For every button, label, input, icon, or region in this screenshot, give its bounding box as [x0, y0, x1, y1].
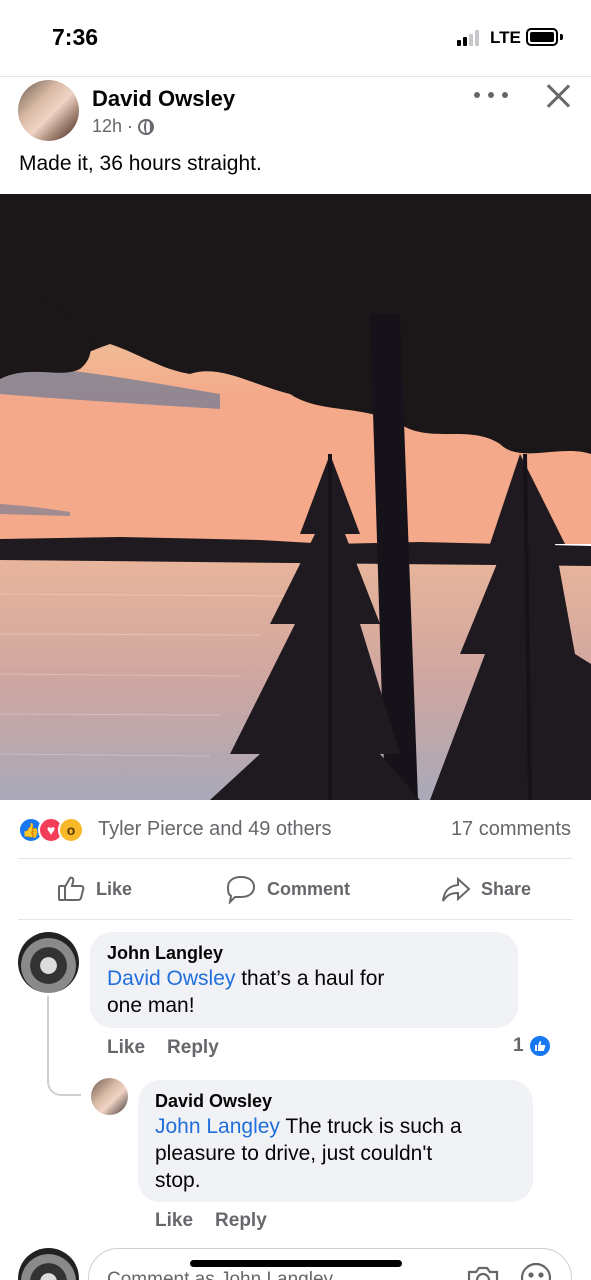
- network-label: LTE: [490, 28, 521, 47]
- reply-text-line: stop.: [155, 1169, 201, 1192]
- reply-text-rest: The truck is such a: [279, 1115, 462, 1138]
- status-bar: 7:36 LTE: [0, 0, 591, 76]
- comment-author[interactable]: John Langley: [107, 943, 502, 963]
- wow-reaction-icon: o: [58, 817, 84, 843]
- reply-like-button[interactable]: Like: [155, 1210, 193, 1232]
- mention-link[interactable]: John Langley: [155, 1115, 280, 1138]
- comment-button[interactable]: Comment: [225, 872, 350, 906]
- more-options-button[interactable]: [474, 82, 508, 108]
- battery-icon: [526, 28, 558, 46]
- comment-like-count[interactable]: 1: [513, 1034, 552, 1058]
- dot-icon: [474, 92, 480, 98]
- reply-author[interactable]: David Owsley: [155, 1091, 517, 1111]
- divider: [18, 919, 573, 920]
- divider: [0, 76, 591, 77]
- emoji-icon[interactable]: [519, 1261, 553, 1280]
- post-text: Made it, 36 hours straight.: [19, 152, 262, 175]
- comment-reply-button[interactable]: Reply: [167, 1037, 219, 1059]
- mention-link[interactable]: David Owsley: [107, 967, 235, 990]
- share-label: Share: [481, 878, 532, 899]
- reply-bubble: David Owsley John Langley The truck is s…: [138, 1080, 533, 1202]
- dot-icon: [502, 92, 508, 98]
- comment-input[interactable]: [107, 1265, 447, 1280]
- comment-like-button[interactable]: Like: [107, 1037, 145, 1059]
- post-meta: 12h ·: [92, 116, 155, 137]
- signal-icon: [457, 30, 485, 46]
- author-avatar[interactable]: [18, 80, 79, 141]
- reply-reply-button[interactable]: Reply: [215, 1210, 267, 1232]
- battery-tip: [560, 34, 563, 40]
- comment-count[interactable]: 17 comments: [451, 818, 571, 841]
- comment-bubble: John Langley David Owsley that’s a haul …: [90, 932, 518, 1028]
- author-name[interactable]: David Owsley: [92, 86, 235, 112]
- close-button[interactable]: [544, 82, 572, 110]
- reaction-icons[interactable]: 👍 ♥ o: [18, 815, 84, 845]
- like-label: Like: [96, 878, 133, 899]
- like-button[interactable]: Like: [56, 872, 132, 906]
- current-user-avatar: [18, 1248, 79, 1280]
- comment-text-line: one man!: [107, 994, 195, 1017]
- reply-actions: Like Reply: [155, 1210, 267, 1232]
- comment-actions: Like Reply: [107, 1037, 219, 1059]
- thumbs-up-icon: [58, 876, 85, 901]
- comment-icon: [226, 875, 256, 904]
- post-timestamp: 12h ·: [92, 116, 134, 136]
- camera-icon[interactable]: [465, 1263, 501, 1280]
- globe-icon: [138, 118, 155, 135]
- status-time: 7:36: [52, 24, 99, 50]
- post-photo[interactable]: [0, 194, 591, 800]
- comment-text-rest: that’s a haul for: [235, 967, 385, 990]
- home-indicator[interactable]: [190, 1260, 402, 1267]
- share-icon: [442, 876, 471, 902]
- share-button[interactable]: Share: [441, 872, 531, 906]
- thread-connector: [47, 996, 81, 1096]
- comment-text: David Owsley that’s a haul for one man!: [107, 965, 502, 1019]
- comment-label: Comment: [267, 878, 351, 899]
- like-count-value: 1: [513, 1035, 524, 1056]
- reply-text: John Langley The truck is such a pleasure…: [155, 1113, 517, 1194]
- divider: [18, 858, 573, 859]
- dot-icon: [488, 92, 494, 98]
- like-reaction-icon: [527, 1034, 552, 1058]
- reply-author-avatar[interactable]: [91, 1078, 128, 1115]
- reaction-summary[interactable]: Tyler Pierce and 49 others: [98, 818, 331, 841]
- commenter-avatar[interactable]: [18, 932, 79, 993]
- reply-text-line: pleasure to drive, just couldn't: [155, 1142, 433, 1165]
